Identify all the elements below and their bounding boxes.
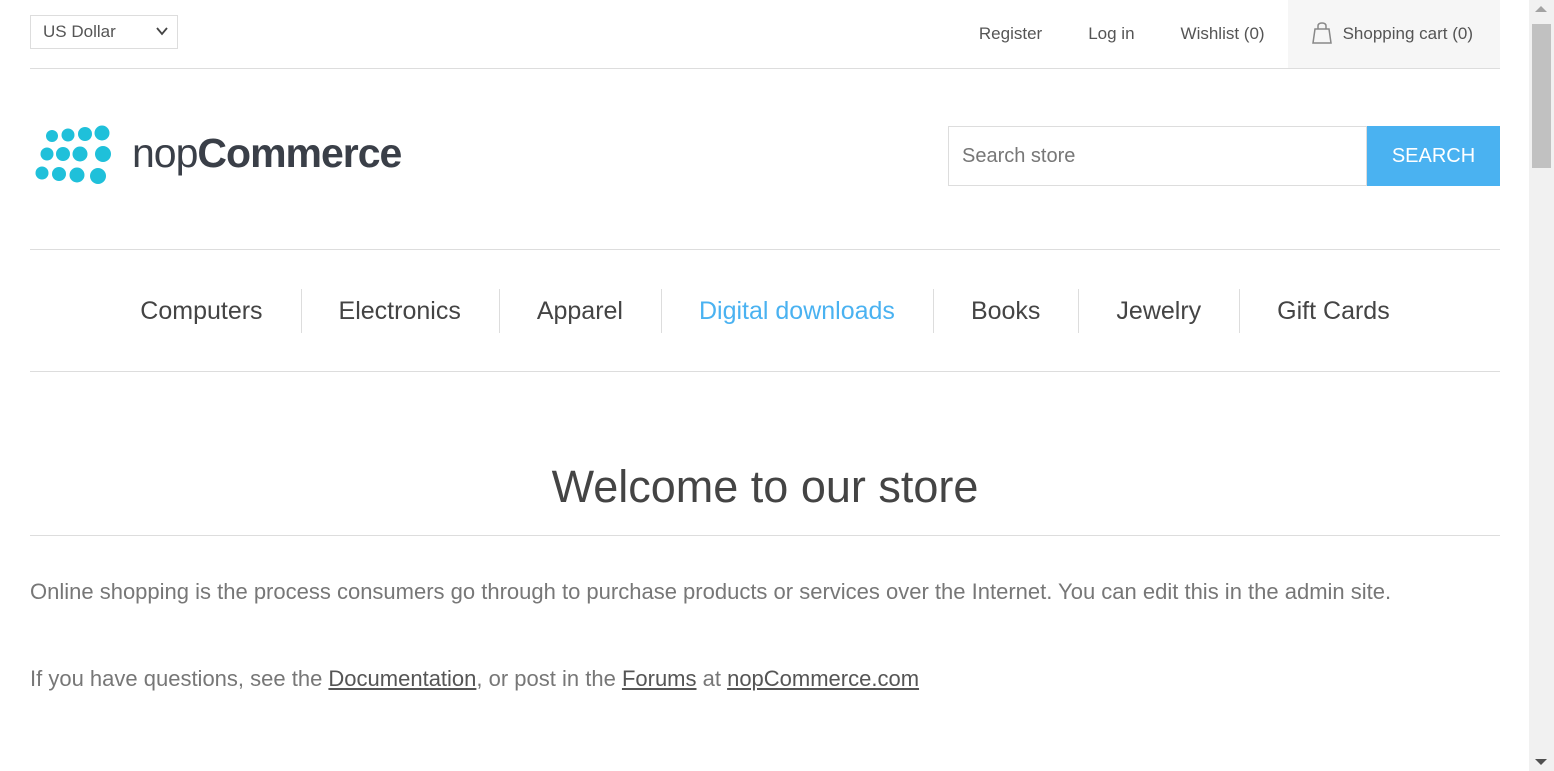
help-middle: , or post in the — [476, 666, 622, 691]
header-links: Register Log in Wishlist (0) Shopping ca… — [956, 0, 1500, 68]
shopping-cart-label: Shopping cart (0) — [1342, 24, 1473, 43]
logo-text-light: nop — [132, 130, 198, 176]
register-link[interactable]: Register — [956, 0, 1065, 68]
login-link[interactable]: Log in — [1065, 0, 1157, 68]
documentation-link[interactable]: Documentation — [328, 666, 476, 691]
menu-item-apparel[interactable]: Apparel — [498, 288, 661, 333]
search-box: SEARCH — [948, 126, 1500, 186]
welcome-section: Welcome to our store — [30, 438, 1500, 536]
page: US Dollar Register Log in Wishlist (0) S… — [30, 0, 1500, 771]
top-menu: Computers Electronics Apparel Digital do… — [30, 249, 1500, 372]
menu-item-digital-downloads[interactable]: Digital downloads — [660, 288, 933, 333]
search-input[interactable] — [948, 126, 1367, 186]
menu-item-computers[interactable]: Computers — [102, 289, 300, 333]
help-prefix: If you have questions, see the — [30, 666, 329, 691]
menu-item-electronics[interactable]: Electronics — [300, 288, 499, 333]
nopcommerce-site-link[interactable]: nopCommerce.com — [727, 666, 919, 691]
vertical-scrollbar[interactable] — [1529, 0, 1554, 771]
nopcommerce-logo[interactable]: nopCommerce — [32, 124, 402, 192]
wishlist-link[interactable]: Wishlist (0) — [1158, 0, 1288, 68]
help-paragraph: If you have questions, see the Documenta… — [30, 661, 1500, 697]
shopping-cart-link[interactable]: Shopping cart (0) — [1287, 0, 1500, 68]
menu-item-books[interactable]: Books — [932, 288, 1078, 333]
logo-wordmark: nopCommerce — [132, 130, 402, 177]
scrollbar-thumb[interactable] — [1532, 24, 1551, 168]
search-button[interactable]: SEARCH — [1367, 126, 1500, 186]
help-at: at — [696, 666, 728, 691]
currency-selected-label: US Dollar — [43, 22, 116, 41]
intro-paragraph: Online shopping is the process consumers… — [30, 579, 1392, 604]
logo-dots-icon — [35, 125, 111, 184]
shopping-bag-icon — [1311, 22, 1332, 44]
header-upper: US Dollar Register Log in Wishlist (0) S… — [30, 0, 1500, 69]
menu-item-jewelry[interactable]: Jewelry — [1078, 288, 1239, 333]
scroll-down-arrow-icon[interactable] — [1535, 759, 1547, 765]
page-title: Welcome to our store — [551, 461, 979, 512]
menu-item-gift-cards[interactable]: Gift Cards — [1239, 288, 1428, 333]
forums-link[interactable]: Forums — [622, 666, 697, 691]
chevron-down-icon — [156, 27, 168, 36]
currency-select[interactable]: US Dollar — [30, 15, 178, 49]
scroll-up-arrow-icon[interactable] — [1535, 6, 1547, 12]
logo-text-bold: Commerce — [197, 130, 402, 176]
